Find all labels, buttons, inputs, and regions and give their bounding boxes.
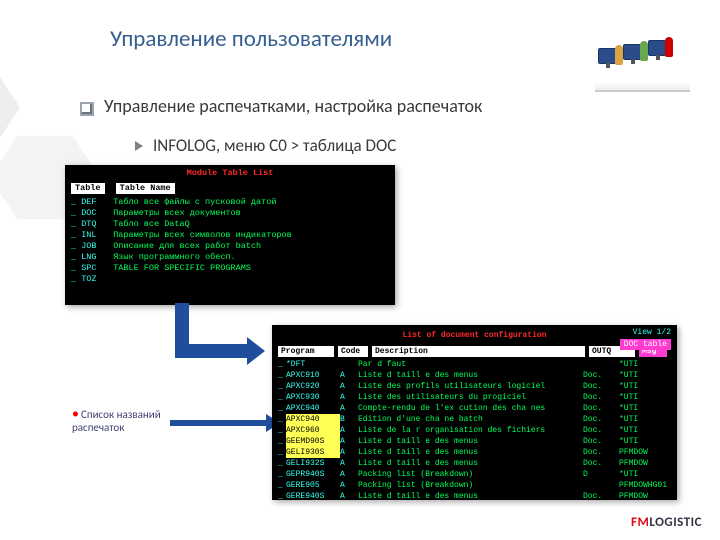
annotation-note: •Список названий распечаток (72, 408, 172, 434)
term2-row: _GEPR940SAPacking list (Breakdown)D*UTI (278, 469, 671, 480)
term2-row: _*DFTPar d faut*UTI (278, 359, 671, 370)
terminal-module-table-list: Module Table List Table Table Name _ DEF… (65, 165, 395, 305)
term2-hdr-desc: Description (372, 346, 585, 357)
term2-tag: DOC table (620, 339, 671, 350)
term2-row: _APXC940BEdition d'une cha ne batchDoc.*… (278, 414, 671, 425)
term2-row: _APXC910AListe d taill e des menusDoc.*U… (278, 370, 671, 381)
bullet-1-text: Управление распечатками, настройка распе… (104, 95, 482, 117)
term1-row: _ INLПараметры всех символов индикаторов (71, 230, 389, 241)
term1-row: _ DOCПараметры всех документов (71, 208, 389, 219)
bullet-1: Управление распечатками, настройка распе… (80, 95, 482, 117)
bullet-2: INFOLOG, меню C0 > таблица DOC (135, 135, 396, 156)
square-bullet-icon (80, 102, 94, 116)
term1-hdr-name: Table Name (116, 183, 175, 194)
term2-row: _GERE940SAListe d taill e des menusDoc.P… (278, 491, 671, 502)
term2-row: _GERE905APacking list (Breakdown)PFMDOWH… (278, 480, 671, 491)
term1-row: _ TOZ (71, 274, 389, 285)
slide-title: Управление пользователями (110, 25, 392, 53)
term2-view: View 1/2 (633, 327, 671, 338)
logo-fm: FM (631, 515, 649, 530)
term1-header: Table Table Name (65, 182, 395, 195)
term1-row: _ DTQТабло все DataQ (71, 219, 389, 230)
term2-header: Program Code Description OUTQ Msg (272, 346, 677, 357)
logo-rest: LOGISTIC (649, 515, 702, 530)
term1-rows: _ DEFТабло все файлы с пусковой датой_ D… (65, 195, 395, 287)
term1-hdr-table: Table (71, 183, 105, 194)
terminal-doc-config-list: List of document configuration View 1/2 … (272, 325, 677, 500)
term2-row: _GELI930SAListe d taill e des menusDoc.P… (278, 447, 671, 458)
term2-hdr-code: Code (338, 346, 368, 357)
logo: FMLOGISTIC (631, 515, 702, 530)
term2-row: _APXC920AListe des profils utilisateurs … (278, 381, 671, 392)
term1-row: _ SPCTABLE FOR SPECIFIC PROGRAMS (71, 263, 389, 274)
arrow-connector-2 (170, 420, 268, 426)
term2-row: _APXC960AListe de la r organisation des … (278, 425, 671, 436)
term2-row: _APXC930AListe des utilisateurs du progi… (278, 392, 671, 403)
term1-row: _ JOBОписание для всех работ batch (71, 241, 389, 252)
note-text: Список названий распечаток (72, 408, 161, 434)
term2-title: List of document configuration (278, 327, 671, 344)
term2-hdr-program: Program (278, 346, 334, 357)
arrow-connector-1 (175, 303, 265, 383)
corner-illustration (595, 30, 690, 92)
term2-rows: _*DFTPar d faut*UTI_APXC910AListe d tail… (272, 357, 677, 504)
term1-row: _ DEFТабло все файлы с пусковой датой (71, 197, 389, 208)
term1-title: Module Table List (65, 165, 395, 182)
term2-row: _GEEMD90SAListe d taill e des menusDoc.*… (278, 436, 671, 447)
triangle-bullet-icon (135, 141, 143, 151)
term2-row: _GELI932SAListe d taill e des menusDoc.P… (278, 458, 671, 469)
bullet-2-text: INFOLOG, меню C0 > таблица DOC (153, 135, 396, 156)
term1-row: _ LNGЯзык программного обесп. (71, 252, 389, 263)
term2-row: _APXC940ACompte-rendu de l'ex cution des… (278, 403, 671, 414)
